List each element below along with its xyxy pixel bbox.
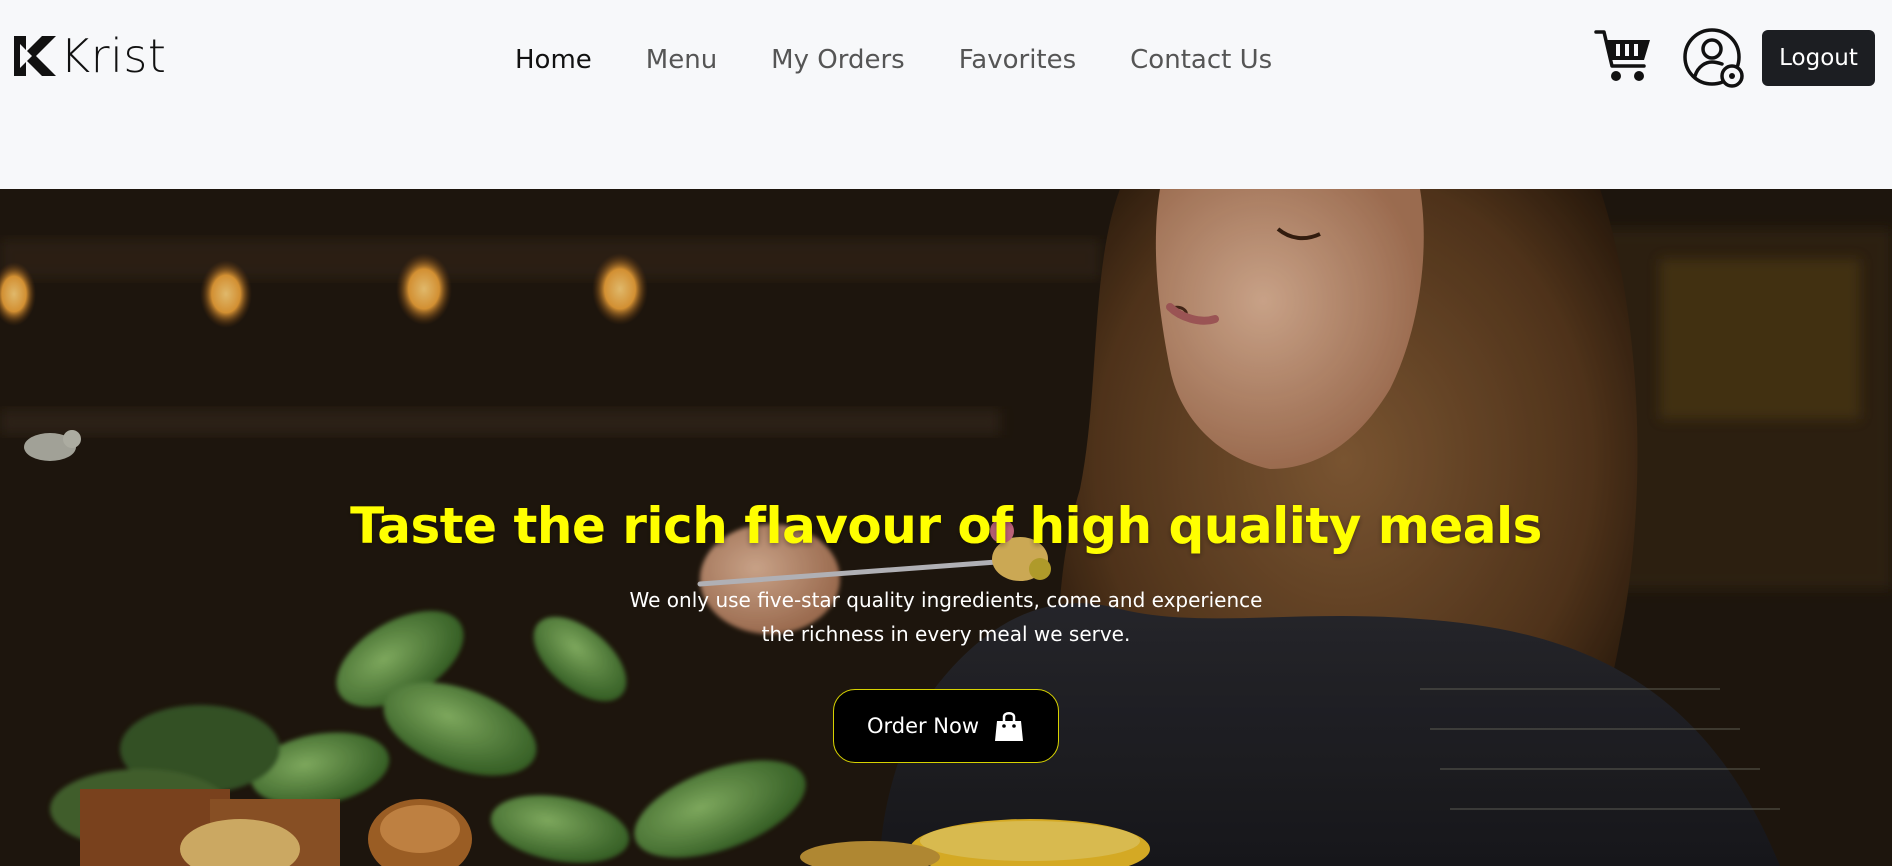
logout-button[interactable]: Logout (1762, 30, 1875, 86)
hero-content: Taste the rich flavour of high quality m… (0, 497, 1892, 763)
shopping-cart-icon[interactable] (1592, 26, 1654, 88)
nav-my-orders[interactable]: My Orders (771, 40, 905, 80)
hero-title: Taste the rich flavour of high quality m… (350, 497, 1542, 555)
main-nav: Home Menu My Orders Favorites Contact Us (515, 40, 1272, 80)
brand-name: Krist (60, 29, 167, 83)
hero-subtitle: We only use five-star quality ingredient… (629, 588, 1263, 646)
nav-favorites[interactable]: Favorites (959, 40, 1076, 80)
nav-home[interactable]: Home (515, 40, 592, 80)
nav-contact-us[interactable]: Contact Us (1130, 40, 1272, 80)
user-settings-icon[interactable] (1682, 26, 1746, 90)
krist-k-logo-icon (14, 36, 56, 76)
nav-menu[interactable]: Menu (646, 40, 717, 80)
order-now-label: Order Now (866, 714, 980, 738)
shopping-bag-icon (995, 712, 1024, 741)
site-header: Krist Home Menu My Orders Favorites Cont… (0, 0, 1892, 120)
order-now-button[interactable]: Order Now (833, 689, 1059, 763)
brand-logo[interactable]: Krist (12, 30, 166, 82)
hero-banner: Taste the rich flavour of high quality m… (0, 189, 1892, 866)
